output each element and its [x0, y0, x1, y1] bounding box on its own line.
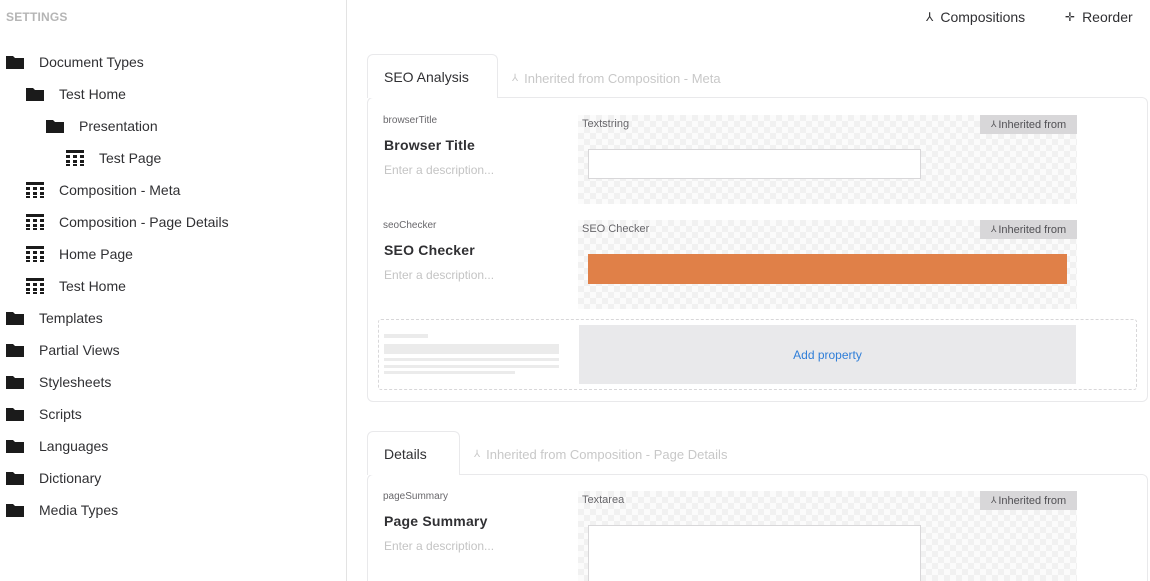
tree-item-label: Media Types [39, 502, 119, 518]
folder-icon [6, 374, 24, 390]
tree-item-label: Test Home [59, 86, 126, 102]
tree-item-test-home[interactable]: Test Home [26, 274, 126, 298]
textstring-preview-input [588, 149, 921, 179]
property-name[interactable]: SEO Checker [384, 242, 475, 258]
tab-label: Details [384, 445, 427, 462]
tab-inherited-meta: ⅄ Inherited from Composition - Meta [512, 71, 721, 86]
doctype-icon [26, 214, 44, 230]
folder-icon [6, 406, 24, 422]
reorder-label: Reorder [1082, 9, 1133, 25]
inherited-label: Inherited from Composition - Meta [524, 71, 721, 86]
tree-item-label: Stylesheets [39, 374, 112, 390]
tree-item-presentation[interactable]: Presentation [46, 114, 158, 138]
tree-item-label: Test Page [99, 150, 162, 166]
folder-icon [6, 438, 24, 454]
property-name[interactable]: Page Summary [384, 513, 488, 529]
placeholder-line [384, 371, 515, 374]
tree-item-stylesheets[interactable]: Stylesheets [6, 370, 111, 394]
folder-icon [26, 86, 44, 102]
tree-item-scripts[interactable]: Scripts [6, 402, 82, 426]
placeholder-line [384, 358, 559, 361]
seo-checker-preview [588, 254, 1067, 284]
property-description[interactable]: Enter a description... [384, 539, 494, 553]
inherited-badge: ⅄ Inherited from [980, 115, 1077, 134]
tree-item-languages[interactable]: Languages [6, 434, 108, 458]
add-property-label: Add property [793, 347, 862, 362]
folder-icon [6, 342, 24, 358]
tree-item-partial-views[interactable]: Partial Views [6, 338, 120, 362]
inherited-label: Inherited from Composition - Page Detail… [486, 447, 728, 462]
property-editor-preview: SEO Checker ⅄ Inherited from [578, 220, 1077, 309]
placeholder-line [384, 344, 559, 354]
tree-item-label: Presentation [79, 118, 158, 134]
property-alias: seoChecker [383, 220, 437, 231]
tab-label: SEO Analysis [384, 68, 469, 85]
tree-item-media-types[interactable]: Media Types [6, 498, 118, 522]
folder-icon [6, 470, 24, 486]
tree-item-home-page[interactable]: Home Page [26, 242, 133, 266]
doctype-icon [26, 246, 44, 262]
tree-item-composition-meta[interactable]: Composition - Meta [26, 178, 180, 202]
tree-item-label: Test Home [59, 278, 126, 294]
person-icon: ⅄ [990, 224, 997, 234]
tree-item-label: Document Types [39, 54, 144, 70]
doctype-icon [26, 182, 44, 198]
tree-item-test-page[interactable]: Test Page [66, 146, 161, 170]
tree-item-test-home-folder[interactable]: Test Home [26, 82, 126, 106]
folder-icon [46, 118, 64, 134]
move-icon: ✛ [1065, 10, 1076, 24]
placeholder-line [384, 365, 559, 368]
tree-item-label: Composition - Meta [59, 182, 181, 198]
property-alias: browserTitle [383, 115, 438, 126]
person-icon: ⅄ [990, 119, 997, 129]
tree-item-label: Composition - Page Details [59, 214, 229, 230]
sidebar-header: SETTINGS [6, 10, 68, 24]
inherited-badge: ⅄ Inherited from [980, 491, 1077, 510]
compositions-label: Compositions [940, 9, 1026, 25]
editor-type-label: Textstring [582, 118, 630, 130]
person-icon: ⅄ [990, 495, 997, 505]
tree-item-label: Templates [39, 310, 103, 326]
property-name[interactable]: Browser Title [384, 137, 475, 153]
person-icon: ⅄ [474, 449, 481, 460]
property-editor-preview: Textstring ⅄ Inherited from [578, 115, 1077, 204]
property-alias: pageSummary [383, 491, 449, 502]
placeholder-line [384, 334, 428, 338]
tree-item-label: Home Page [59, 246, 133, 262]
folder-icon [6, 310, 24, 326]
property-description[interactable]: Enter a description... [384, 268, 494, 282]
person-icon: ⅄ [926, 10, 934, 24]
folder-icon [6, 54, 24, 70]
editor-type-label: Textarea [582, 494, 625, 506]
add-property-button[interactable]: Add property [579, 325, 1076, 384]
property-description[interactable]: Enter a description... [384, 163, 494, 177]
tree-item-label: Dictionary [39, 470, 102, 486]
textarea-preview-input [588, 525, 921, 581]
reorder-button[interactable]: ✛ Reorder [1065, 7, 1133, 27]
tree-item-label: Scripts [39, 406, 82, 422]
tab-details[interactable]: Details [367, 431, 460, 475]
person-icon: ⅄ [512, 73, 519, 84]
tree-item-document-types[interactable]: Document Types [6, 50, 144, 74]
tree-item-templates[interactable]: Templates [6, 306, 103, 330]
doctype-icon [66, 150, 84, 166]
editor-type-label: SEO Checker [582, 223, 650, 235]
property-editor-preview: Textarea ⅄ Inherited from [578, 491, 1077, 581]
doctype-icon [26, 278, 44, 294]
compositions-button[interactable]: ⅄ Compositions [926, 7, 1025, 27]
tree-item-label: Partial Views [39, 342, 120, 358]
settings-sidebar: SETTINGS Document Types Test Home Presen… [0, 0, 347, 581]
folder-icon [6, 502, 24, 518]
inherited-badge: ⅄ Inherited from [980, 220, 1077, 239]
tree-item-dictionary[interactable]: Dictionary [6, 466, 101, 490]
tree-item-composition-page-details[interactable]: Composition - Page Details [26, 210, 229, 234]
tab-inherited-page-details: ⅄ Inherited from Composition - Page Deta… [474, 447, 727, 462]
tab-seo-analysis[interactable]: SEO Analysis [367, 54, 498, 98]
tree-item-label: Languages [39, 438, 109, 454]
